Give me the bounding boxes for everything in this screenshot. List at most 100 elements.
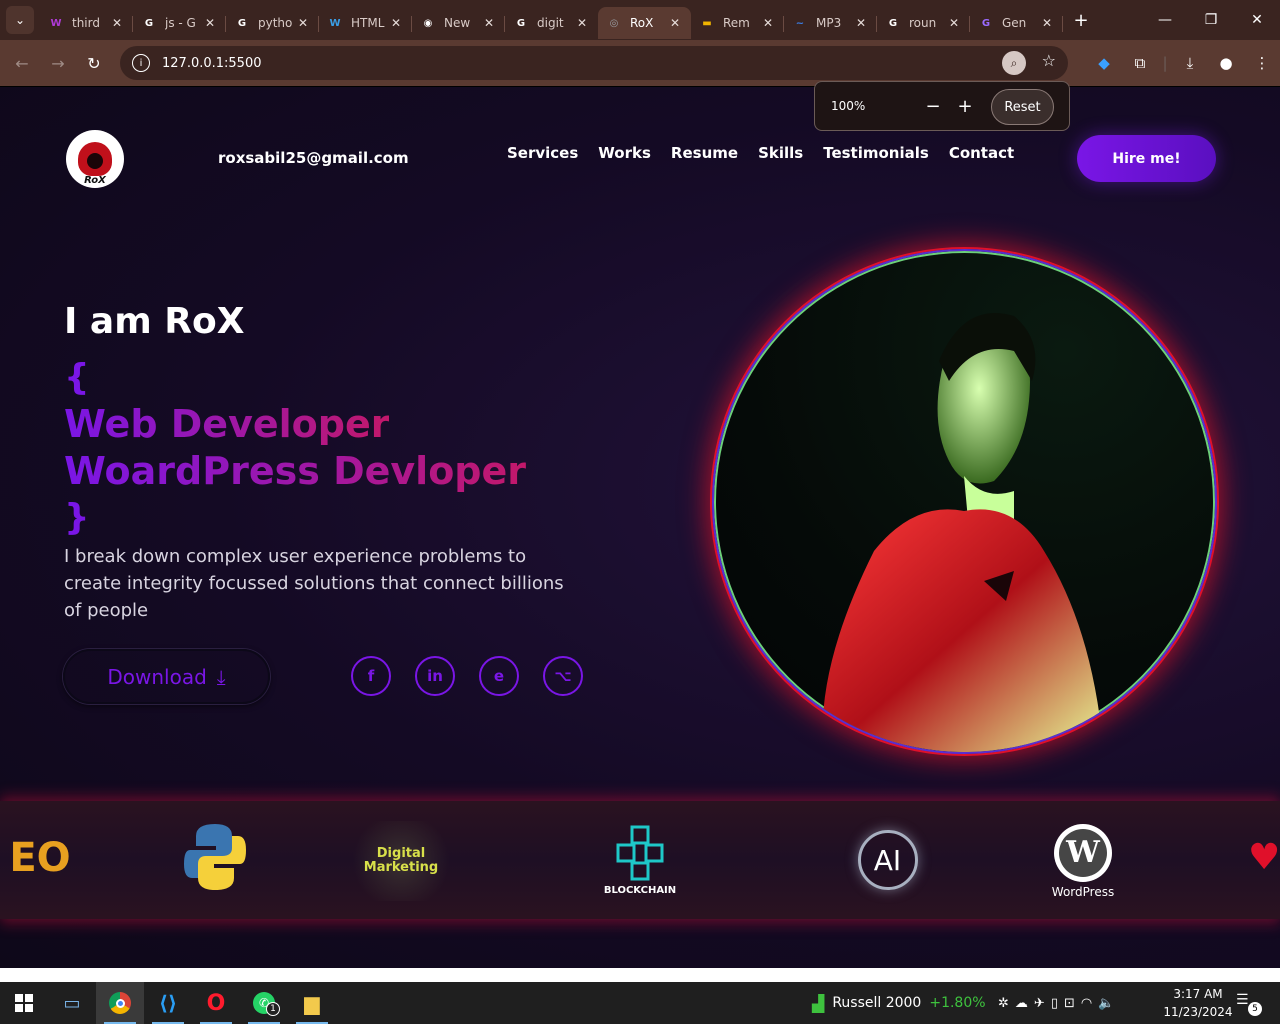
tab-close-icon[interactable]: ✕ [388,16,404,30]
ai-text: AI [873,843,902,877]
zoom-out-button[interactable]: − [921,94,945,118]
clock[interactable]: 3:17 AM 11/23/2024 [1160,985,1236,1021]
browser-tab[interactable]: ◉ New ✕ [412,7,505,39]
tab-label: third [72,16,100,30]
site-logo[interactable]: RoX [66,130,124,188]
browser-toolbar: ← → ↻ i 127.0.0.1:5500 ⌕ ☆ ◆ ⧉ | ⤓ ● ⋮ [0,40,1280,86]
tab-search-button[interactable]: ⌄ [6,6,34,34]
address-bar[interactable]: i 127.0.0.1:5500 ⌕ ☆ [120,46,1068,80]
tab-close-icon[interactable]: ✕ [481,16,497,30]
tab-close-icon[interactable]: ✕ [1039,16,1055,30]
tray-shield-icon[interactable]: ✈ [1034,996,1045,1011]
tab-close-icon[interactable]: ✕ [667,16,683,30]
tab-close-icon[interactable]: ✕ [574,16,590,30]
browser-tab[interactable]: G Gen ✕ [970,7,1063,39]
whatsapp-badge: 1 [266,1002,280,1016]
hire-me-button[interactable]: Hire me! [1077,135,1216,182]
facebook-icon[interactable]: f [351,656,391,696]
portrait-figure [822,313,1104,752]
wifi-icon[interactable]: ◠ [1081,996,1092,1011]
tab-favicon-icon: G [144,17,154,29]
menu-icon[interactable]: ⋮ [1244,45,1280,81]
nav-link[interactable]: Contact [949,144,1014,162]
browser-tab[interactable]: Gpytho ✕ [226,7,319,39]
zoom-popup: 100% − + Reset [814,81,1070,131]
file-explorer-taskbar-icon[interactable]: ▭ [48,982,96,1024]
start-button[interactable] [0,982,48,1024]
download-button[interactable]: Download ⤓ [63,649,270,704]
tab-label: Rem [723,16,750,30]
browser-tab[interactable]: Gdigit ✕ [505,7,598,39]
vscode-taskbar-icon[interactable]: ⟨⟩ [144,982,192,1024]
tab-favicon-icon: G [981,17,991,29]
tab-close-icon[interactable]: ✕ [109,16,125,30]
whatsapp-taskbar-icon[interactable]: ✆ 1 [240,982,288,1024]
close-window-button[interactable]: ✕ [1234,0,1280,40]
folder-taskbar-icon[interactable]: ▆ [288,982,336,1024]
clock-time: 3:17 AM [1173,987,1223,1001]
tray-battery-icon[interactable]: ▯ [1051,996,1058,1011]
extension-icon[interactable]: ◆ [1086,45,1122,81]
browser-tab[interactable]: ▬ Rem ✕ [691,7,784,39]
nav-link[interactable]: Skills [758,144,803,162]
tab-close-icon[interactable]: ✕ [202,16,218,30]
site-info-icon[interactable]: i [132,54,150,72]
edge-icon[interactable]: e [479,656,519,696]
download-icon: ⤓ [216,664,226,689]
bookmark-star-icon[interactable]: ☆ [1042,51,1056,70]
browser-tab[interactable]: Groun ✕ [877,7,970,39]
nav-link[interactable]: Testimonials [823,144,929,162]
forward-button[interactable]: → [40,45,76,81]
browser-tab[interactable]: Wthird ✕ [40,7,133,39]
tab-close-icon[interactable]: ✕ [946,16,962,30]
browser-tab[interactable]: W HTML ✕ [319,7,412,39]
tab-strip: Wthird ✕ Gjs - G ✕ Gpytho ✕ W HTML ✕ ◉ New ✕ Gdigit ✕… [40,0,1063,40]
nav-link[interactable]: Works [598,144,651,162]
github-icon[interactable]: ⌥ [543,656,583,696]
opera-taskbar-icon[interactable]: O [192,982,240,1024]
restore-button[interactable]: ❐ [1188,0,1234,40]
tab-close-icon[interactable]: ✕ [853,16,869,30]
digital-marketing-text: Digital Marketing [363,846,439,875]
tab-favicon-icon: ◎ [609,17,619,29]
downloads-icon[interactable]: ⤓ [1172,45,1208,81]
browser-tab[interactable]: ~ MP3 ✕ [784,7,877,39]
blockchain-icon [616,825,664,880]
contact-email[interactable]: roxsabil25@gmail.com [218,149,409,167]
tab-label: RoX [630,16,654,30]
python-icon [184,824,246,890]
zoom-in-button[interactable]: + [953,94,977,118]
linkedin-icon[interactable]: in [415,656,455,696]
tray-network-off-icon[interactable]: ☁ [1015,996,1028,1011]
profile-avatar[interactable]: ● [1208,45,1244,81]
page-viewport: RoX roxsabil25@gmail.com Services Works … [0,87,1280,968]
browser-tab[interactable]: Gjs - G ✕ [133,7,226,39]
stock-name: Russell 2000 [832,995,922,1011]
tab-favicon-icon: W [329,17,341,29]
nav-link[interactable]: Resume [671,144,738,162]
reload-button[interactable]: ↻ [76,45,112,81]
new-tab-button[interactable]: + [1067,6,1095,34]
tray-device-icon[interactable]: ⊡ [1064,996,1075,1011]
tab-favicon-icon: ▬ [702,17,712,29]
zoom-reset-button[interactable]: Reset [991,89,1054,125]
nav-link[interactable]: Services [507,144,578,162]
tray-app-icon[interactable]: ✲ [998,996,1009,1011]
tab-close-icon[interactable]: ✕ [760,16,776,30]
zoom-icon[interactable]: ⌕ [1002,51,1026,75]
tab-favicon-icon: G [237,17,247,29]
back-button[interactable]: ← [4,45,40,81]
browser-titlebar: ⌄ Wthird ✕ Gjs - G ✕ Gpytho ✕ W HTML ✕ ◉ New ✕ Gdigi… [0,0,1280,40]
extensions-puzzle-icon[interactable]: ⧉ [1122,45,1158,81]
tab-label: MP3 [816,16,842,30]
hero-title: I am RoX [64,301,245,342]
wordpress-logo: W WordPress [1047,821,1119,901]
notification-count: 5 [1248,1002,1262,1016]
stock-widget[interactable]: ▟ Russell 2000 +1.80% [812,982,986,1024]
chrome-taskbar-icon[interactable] [96,982,144,1024]
tab-close-icon[interactable]: ✕ [295,16,311,30]
browser-tab[interactable]: ◎ RoX ✕ [598,7,691,39]
volume-icon[interactable]: 🔈 [1098,996,1114,1011]
notification-center-icon[interactable]: ☰ 5 [1236,992,1262,1016]
minimize-button[interactable]: — [1142,0,1188,40]
